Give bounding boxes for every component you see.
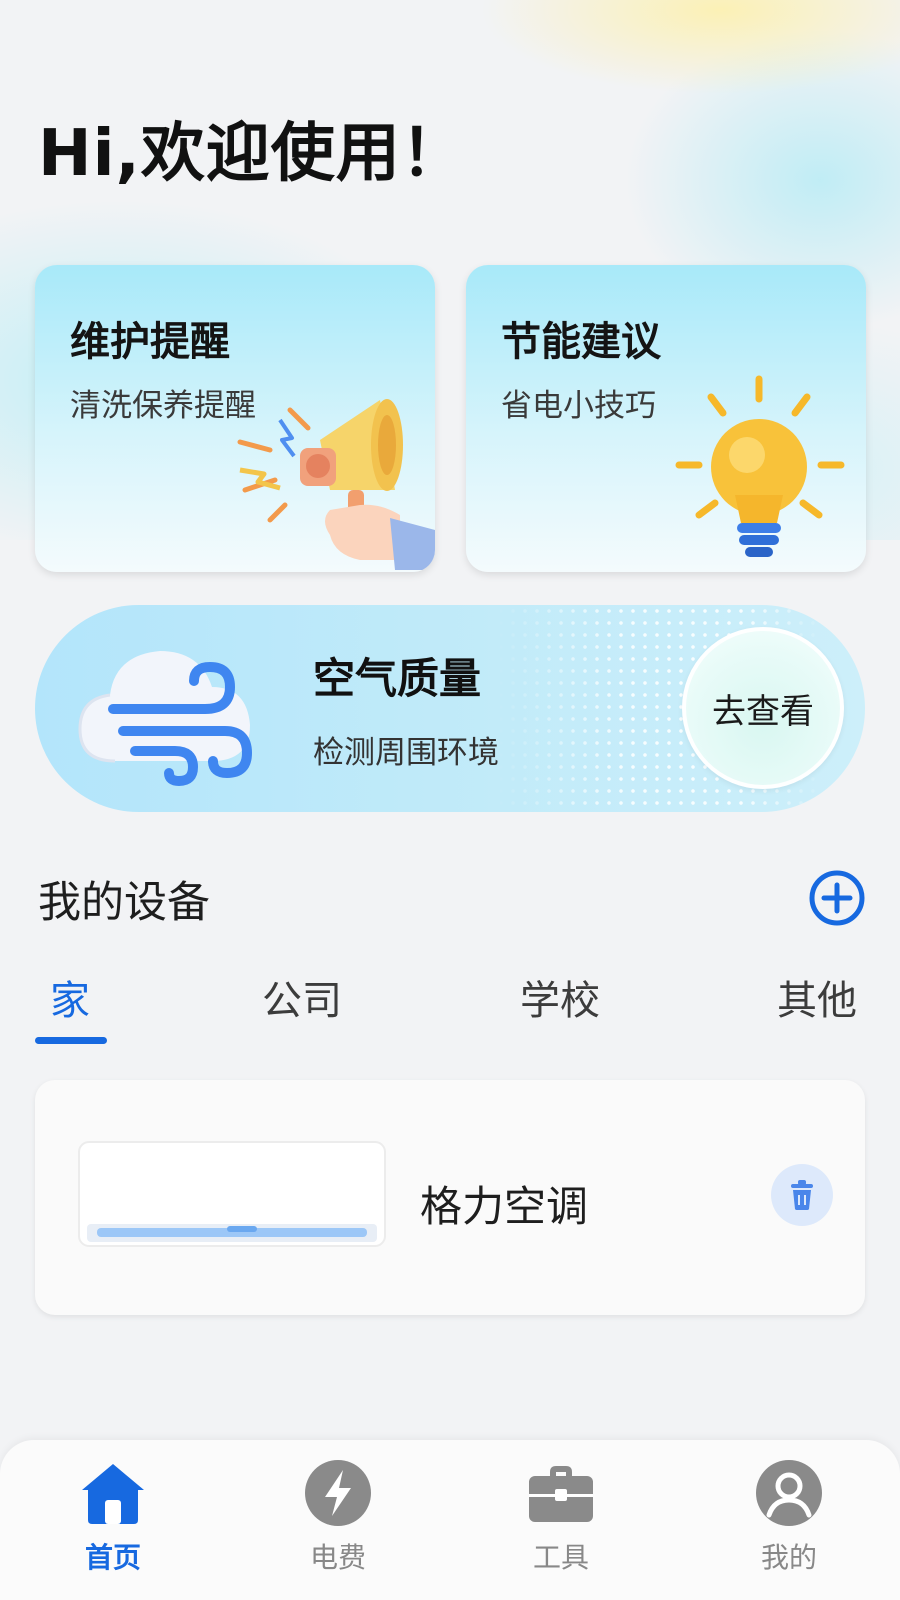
greeting-title: Hi,欢迎使用！ bbox=[38, 117, 466, 191]
air-conditioner-icon bbox=[78, 1141, 386, 1247]
nav-label: 工具 bbox=[532, 1541, 589, 1574]
card-subtitle: 省电小技巧 bbox=[501, 388, 656, 424]
nav-home[interactable]: 首页 bbox=[33, 1458, 193, 1576]
active-tab-indicator bbox=[35, 1037, 107, 1044]
home-icon bbox=[82, 1464, 144, 1524]
nav-label: 首页 bbox=[84, 1541, 141, 1574]
tab-other[interactable]: 其他 bbox=[777, 968, 857, 1026]
energy-saving-card[interactable]: 节能建议 省电小技巧 bbox=[466, 265, 866, 572]
maintenance-reminder-card[interactable]: 维护提醒 清洗保养提醒 bbox=[35, 265, 435, 572]
toolbox-icon bbox=[529, 1466, 593, 1522]
air-quality-banner[interactable]: 空气质量 检测周围环境 去查看 bbox=[35, 605, 865, 812]
delete-device-button[interactable] bbox=[771, 1164, 833, 1226]
view-air-quality-button[interactable]: 去查看 bbox=[682, 627, 844, 789]
nav-mine[interactable]: 我的 bbox=[709, 1458, 869, 1576]
card-title: 节能建议 bbox=[501, 319, 661, 365]
device-card[interactable]: 格力空调 bbox=[35, 1080, 865, 1315]
plus-circle-icon[interactable] bbox=[808, 869, 866, 927]
nav-tools[interactable]: 工具 bbox=[481, 1458, 641, 1576]
user-icon bbox=[756, 1460, 822, 1526]
nav-label: 电费 bbox=[309, 1541, 366, 1574]
tab-home[interactable]: 家 bbox=[50, 968, 90, 1026]
device-name: 格力空调 bbox=[420, 1182, 589, 1231]
tab-school[interactable]: 学校 bbox=[520, 968, 600, 1026]
bottom-navigation: 首页 电费 工具 我的 bbox=[0, 1440, 900, 1600]
wind-cloud-icon bbox=[78, 651, 253, 787]
nav-label: 我的 bbox=[760, 1541, 817, 1574]
device-location-tabs: 家 公司 学校 其他 bbox=[0, 968, 900, 1048]
lightning-icon bbox=[305, 1460, 371, 1526]
trash-icon bbox=[791, 1180, 813, 1210]
card-title: 维护提醒 bbox=[70, 319, 230, 365]
nav-electricity[interactable]: 电费 bbox=[258, 1458, 418, 1576]
megaphone-icon bbox=[237, 399, 435, 570]
card-subtitle: 清洗保养提醒 bbox=[70, 388, 256, 424]
air-quality-title: 空气质量 bbox=[313, 654, 482, 703]
tab-company[interactable]: 公司 bbox=[262, 968, 342, 1026]
my-devices-title: 我的设备 bbox=[38, 878, 210, 928]
lightbulb-icon bbox=[675, 375, 845, 557]
air-quality-subtitle: 检测周围环境 bbox=[313, 735, 499, 771]
